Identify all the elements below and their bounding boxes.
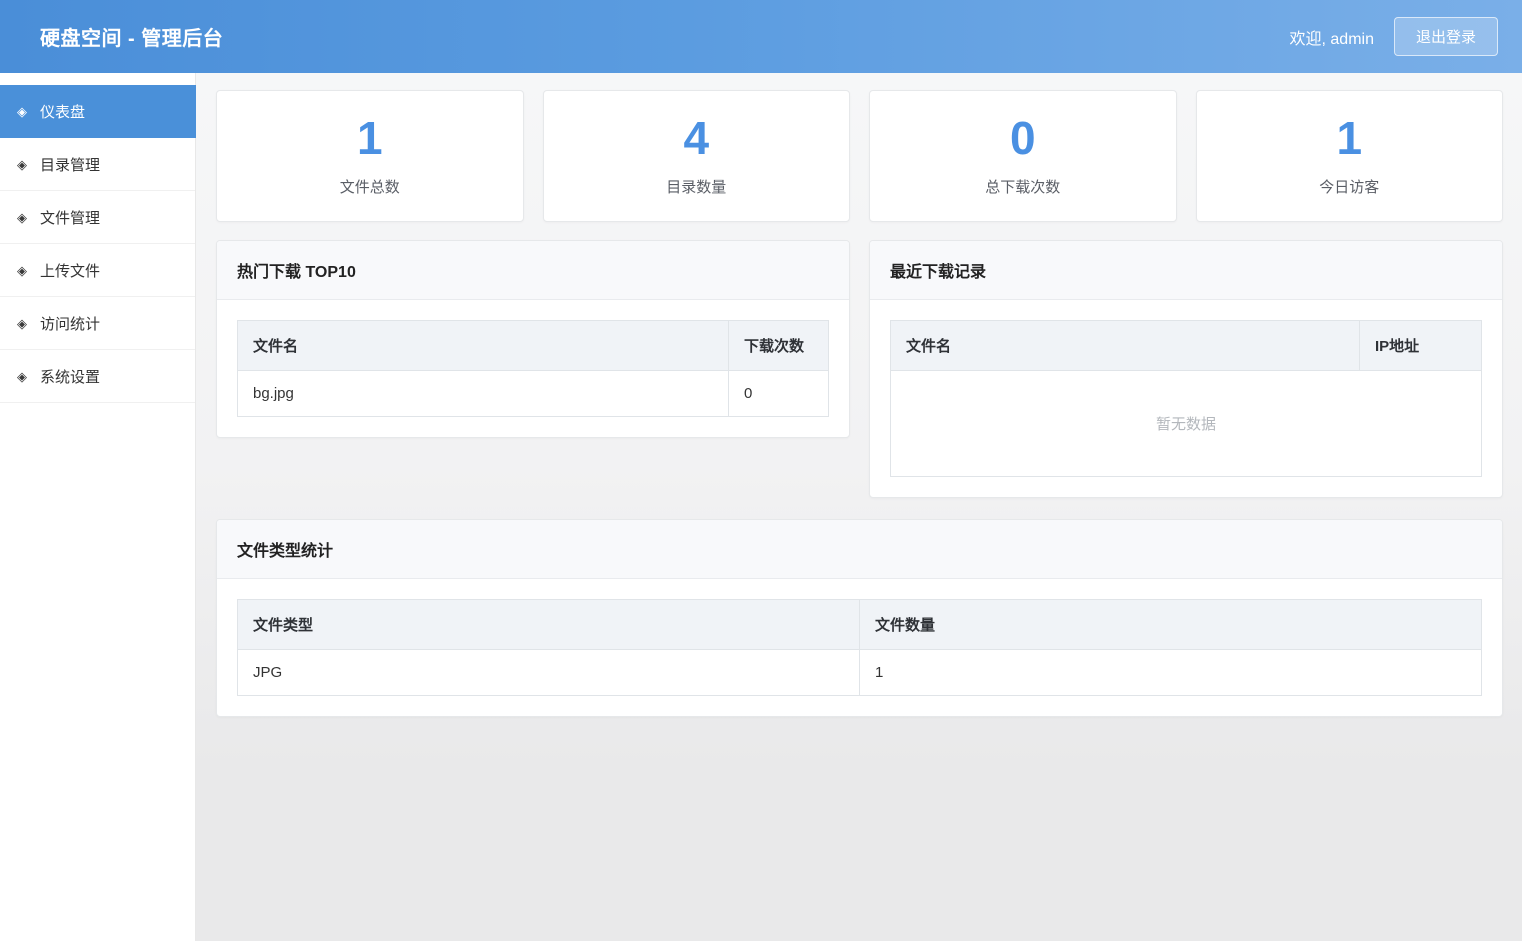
column-header-filename: 文件名 <box>237 320 729 371</box>
file-types-table: 文件类型 文件数量 JPG 1 <box>237 599 1482 696</box>
sidebar-item-directory-management[interactable]: ◈ 目录管理 <box>0 138 195 191</box>
panel-body: 文件名 下载次数 bg.jpg 0 <box>217 300 849 437</box>
stat-cards-row: 1 文件总数 4 目录数量 0 总下载次数 1 今日访客 <box>216 90 1503 222</box>
sidebar-item-label: 上传文件 <box>40 262 101 280</box>
sidebar-item-file-management[interactable]: ◈ 文件管理 <box>0 191 195 244</box>
table-row: bg.jpg 0 <box>237 370 829 417</box>
sidebar-item-label: 仪表盘 <box>40 103 86 121</box>
stat-value: 1 <box>1336 112 1363 164</box>
panel-title: 文件类型统计 <box>217 520 1502 579</box>
sidebar-item-visit-statistics[interactable]: ◈ 访问统计 <box>0 297 195 350</box>
logout-button[interactable]: 退出登录 <box>1393 17 1498 56</box>
diamond-icon: ◈ <box>17 315 27 331</box>
stat-card-today-visitors: 1 今日访客 <box>1195 90 1503 222</box>
panel-title: 最近下载记录 <box>870 241 1502 300</box>
stat-value: 4 <box>683 112 710 164</box>
stat-card-total-files: 1 文件总数 <box>216 90 524 222</box>
column-header-file-count: 文件数量 <box>859 599 1482 650</box>
table-row: JPG 1 <box>237 649 1482 696</box>
sidebar-item-upload-file[interactable]: ◈ 上传文件 <box>0 244 195 297</box>
recent-downloads-table: 文件名 IP地址 暂无数据 <box>890 320 1482 477</box>
table-header-row: 文件类型 文件数量 <box>237 599 1482 650</box>
panel-body: 文件名 IP地址 暂无数据 <box>870 300 1502 497</box>
stat-card-total-downloads: 0 总下载次数 <box>869 90 1177 222</box>
sidebar-item-label: 文件管理 <box>40 209 101 227</box>
stat-card-directory-count: 4 目录数量 <box>542 90 850 222</box>
panel-body: 文件类型 文件数量 JPG 1 <box>217 579 1502 716</box>
diamond-icon: ◈ <box>17 262 27 278</box>
sidebar-item-dashboard[interactable]: ◈ 仪表盘 <box>0 85 196 138</box>
diamond-icon: ◈ <box>17 103 27 119</box>
sidebar: ◈ 仪表盘 ◈ 目录管理 ◈ 文件管理 ◈ 上传文件 ◈ 访问统计 ◈ 系统设置 <box>0 73 196 941</box>
column-header-download-count: 下载次数 <box>728 320 829 371</box>
stat-value: 0 <box>1009 112 1036 164</box>
table-row: 暂无数据 <box>890 370 1482 477</box>
page-title: 硬盘空间 - 管理后台 <box>40 28 224 50</box>
panels-row: 热门下载 TOP10 文件名 下载次数 bg.jpg 0 最近下载记录 文件名 … <box>216 240 1503 498</box>
cell-download-count: 0 <box>728 370 829 417</box>
table-header-row: 文件名 下载次数 <box>237 320 829 371</box>
sidebar-menu: ◈ 仪表盘 ◈ 目录管理 ◈ 文件管理 ◈ 上传文件 ◈ 访问统计 ◈ 系统设置 <box>0 85 196 403</box>
sidebar-item-label: 访问统计 <box>40 315 101 333</box>
stat-label: 文件总数 <box>339 179 400 196</box>
welcome-text: 欢迎, admin <box>1289 30 1374 48</box>
sidebar-item-label: 系统设置 <box>40 368 101 386</box>
panel-file-types: 文件类型统计 文件类型 文件数量 JPG 1 <box>216 519 1503 717</box>
panel-top-downloads: 热门下载 TOP10 文件名 下载次数 bg.jpg 0 <box>216 240 850 438</box>
empty-state-text: 暂无数据 <box>890 370 1482 477</box>
diamond-icon: ◈ <box>17 368 27 384</box>
top-downloads-table: 文件名 下载次数 bg.jpg 0 <box>237 320 829 417</box>
layout: ◈ 仪表盘 ◈ 目录管理 ◈ 文件管理 ◈ 上传文件 ◈ 访问统计 ◈ 系统设置 <box>0 73 1522 941</box>
cell-file-type: JPG <box>237 649 860 696</box>
stat-label: 总下载次数 <box>985 179 1061 196</box>
header-right: 欢迎, admin 退出登录 <box>1289 17 1498 56</box>
table-header-row: 文件名 IP地址 <box>890 320 1482 371</box>
sidebar-item-label: 目录管理 <box>40 156 101 174</box>
diamond-icon: ◈ <box>17 209 27 225</box>
stat-label: 今日访客 <box>1319 179 1380 196</box>
stat-label: 目录数量 <box>666 179 727 196</box>
column-header-filename: 文件名 <box>890 320 1360 371</box>
diamond-icon: ◈ <box>17 156 27 172</box>
app-header: 硬盘空间 - 管理后台 欢迎, admin 退出登录 <box>0 0 1522 73</box>
column-header-ip-address: IP地址 <box>1359 320 1482 371</box>
main-content: 1 文件总数 4 目录数量 0 总下载次数 1 今日访客 热门下载 TOP10 <box>196 73 1522 941</box>
sidebar-item-system-settings[interactable]: ◈ 系统设置 <box>0 350 195 403</box>
cell-file-count: 1 <box>859 649 1482 696</box>
panel-recent-downloads: 最近下载记录 文件名 IP地址 暂无数据 <box>869 240 1503 498</box>
cell-filename: bg.jpg <box>237 370 729 417</box>
stat-value: 1 <box>356 112 383 164</box>
column-header-file-type: 文件类型 <box>237 599 860 650</box>
panel-title: 热门下载 TOP10 <box>217 241 849 300</box>
